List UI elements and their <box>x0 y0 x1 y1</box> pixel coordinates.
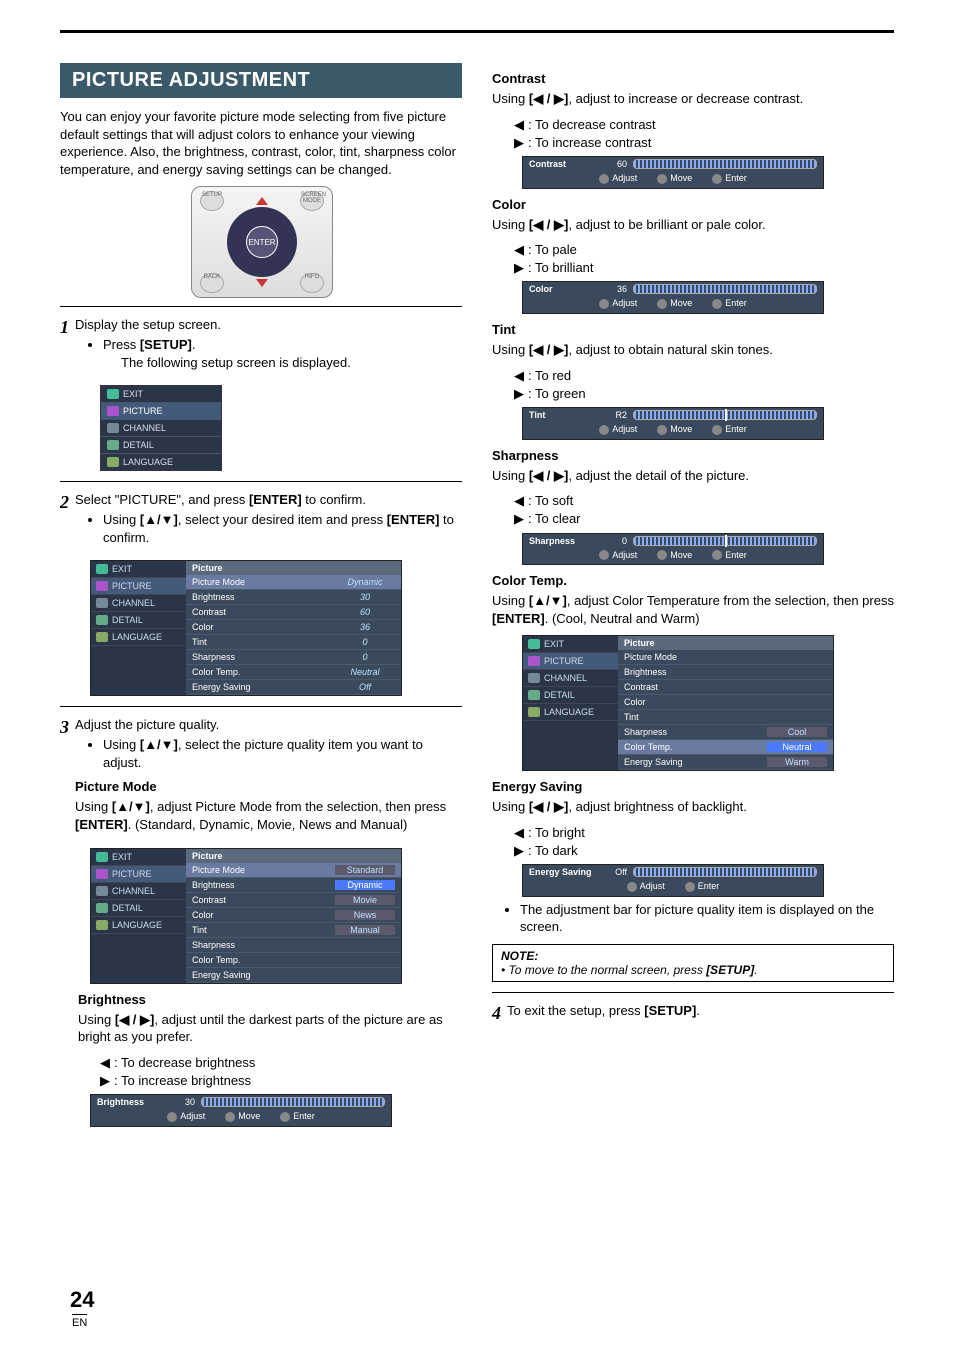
divider <box>60 481 462 482</box>
channel-icon <box>107 423 119 433</box>
note-title: NOTE: <box>501 949 885 963</box>
tint-body: Using [◀ / ▶], adjust to obtain natural … <box>492 341 894 359</box>
picture-mode-body: Using [▲/▼], adjust Picture Mode from th… <box>75 798 462 833</box>
remote-up-arrow <box>256 197 268 205</box>
step-3-number: 3 <box>60 717 69 739</box>
tint-slider: Tint R2 Adjust Move Enter <box>522 407 824 440</box>
sharpness-soft: : To soft <box>514 492 894 510</box>
brightness-heading: Brightness <box>78 992 462 1007</box>
color-pale: : To pale <box>514 241 894 259</box>
right-column: Contrast Using [◀ / ▶], adjust to increa… <box>492 63 894 1131</box>
divider <box>60 706 462 707</box>
note-body: • To move to the normal screen, press [S… <box>501 963 885 977</box>
picture-menu-values: EXIT PICTURE CHANNEL DETAIL LANGUAGE Pic… <box>90 560 402 696</box>
energy-heading: Energy Saving <box>492 779 894 794</box>
exit-icon <box>107 389 119 399</box>
remote-enter-label: ENTER <box>248 238 275 247</box>
setup-nav-menu: EXIT PICTURE CHANNEL DETAIL LANGUAGE <box>100 385 222 471</box>
divider <box>492 992 894 993</box>
nav-exit: EXIT <box>123 389 143 399</box>
step-1-number: 1 <box>60 317 69 339</box>
step-3-text: Adjust the picture quality. <box>75 717 219 732</box>
colortemp-body: Using [▲/▼], adjust Color Temperature fr… <box>492 592 894 627</box>
colortemp-heading: Color Temp. <box>492 573 894 588</box>
step-4-text: To exit the setup, press [SETUP]. <box>507 1003 894 1018</box>
top-rule <box>60 30 894 33</box>
tint-heading: Tint <box>492 322 894 337</box>
contrast-increase: : To increase contrast <box>514 134 894 152</box>
sharpness-clear: : To clear <box>514 510 894 528</box>
left-column: PICTURE ADJUSTMENT You can enjoy your fa… <box>60 63 462 1131</box>
brightness-decrease: : To decrease brightness <box>100 1054 462 1072</box>
language-icon <box>107 457 119 467</box>
colortemp-options-menu: EXIT PICTURE CHANNEL DETAIL LANGUAGE Pic… <box>522 635 834 771</box>
nav-picture: PICTURE <box>123 406 163 416</box>
nav-channel: CHANNEL <box>123 423 166 433</box>
sharpness-body: Using [◀ / ▶], adjust the detail of the … <box>492 467 894 485</box>
step-2-bullet: Using [▲/▼], select your desired item an… <box>103 511 462 546</box>
remote-dpad: ENTER <box>227 207 297 277</box>
contrast-body: Using [◀ / ▶], adjust to increase or dec… <box>492 90 894 108</box>
color-heading: Color <box>492 197 894 212</box>
page-number: 24 EN <box>70 1287 94 1331</box>
step-3-bullet: Using [▲/▼], select the picture quality … <box>103 736 462 771</box>
contrast-heading: Contrast <box>492 71 894 86</box>
energy-slider: Energy Saving Off Adjust Enter <box>522 864 824 897</box>
picture-mode-options-menu: EXIT PICTURE CHANNEL DETAIL LANGUAGE Pic… <box>90 848 402 984</box>
remote-setup-button: SETUP <box>200 191 224 211</box>
color-slider: Color 36 Adjust Move Enter <box>522 281 824 314</box>
brightness-body: Using [◀ / ▶], adjust until the darkest … <box>78 1011 462 1046</box>
energy-dark: : To dark <box>514 842 894 860</box>
sharpness-heading: Sharpness <box>492 448 894 463</box>
brightness-increase: : To increase brightness <box>100 1072 462 1090</box>
contrast-slider: Contrast 60 Adjust Move Enter <box>522 156 824 189</box>
step-4-number: 4 <box>492 1003 501 1025</box>
menu-header: Picture <box>186 561 401 575</box>
remote-back-button: BACK <box>200 273 224 293</box>
note-box: NOTE: • To move to the normal screen, pr… <box>492 944 894 982</box>
step-1-bullet: Press [SETUP]. The following setup scree… <box>103 336 462 371</box>
detail-icon <box>107 440 119 450</box>
energy-body: Using [◀ / ▶], adjust brightness of back… <box>492 798 894 816</box>
color-body: Using [◀ / ▶], adjust to be brilliant or… <box>492 216 894 234</box>
nav-detail: DETAIL <box>123 440 154 450</box>
remote-down-arrow <box>256 279 268 287</box>
intro-text: You can enjoy your favorite picture mode… <box>60 108 462 178</box>
step-1-subtext: The following setup screen is displayed. <box>121 354 462 372</box>
brightness-slider: Brightness 30 Adjust Move Enter <box>90 1094 392 1127</box>
picture-mode-heading: Picture Mode <box>75 779 462 794</box>
tint-red: : To red <box>514 367 894 385</box>
remote-screenmode-button: SCREEN MODE <box>300 191 324 211</box>
remote-illustration: SETUP SCREEN MODE BACK INFO ENTER <box>191 186 331 296</box>
picture-icon <box>107 406 119 416</box>
remote-info-button: INFO <box>300 273 324 293</box>
color-brilliant: : To brilliant <box>514 259 894 277</box>
sharpness-slider: Sharpness 0 Adjust Move Enter <box>522 533 824 566</box>
step-1-text: Display the setup screen. <box>75 317 221 332</box>
contrast-decrease: : To decrease contrast <box>514 116 894 134</box>
step-2-text: Select "PICTURE", and press [ENTER] to c… <box>75 492 366 507</box>
nav-language: LANGUAGE <box>123 457 173 467</box>
energy-bright: : To bright <box>514 824 894 842</box>
divider <box>60 306 462 307</box>
section-title: PICTURE ADJUSTMENT <box>60 63 462 98</box>
adjustment-bar-note: The adjustment bar for picture quality i… <box>520 901 894 936</box>
tint-green: : To green <box>514 385 894 403</box>
step-2-number: 2 <box>60 492 69 514</box>
